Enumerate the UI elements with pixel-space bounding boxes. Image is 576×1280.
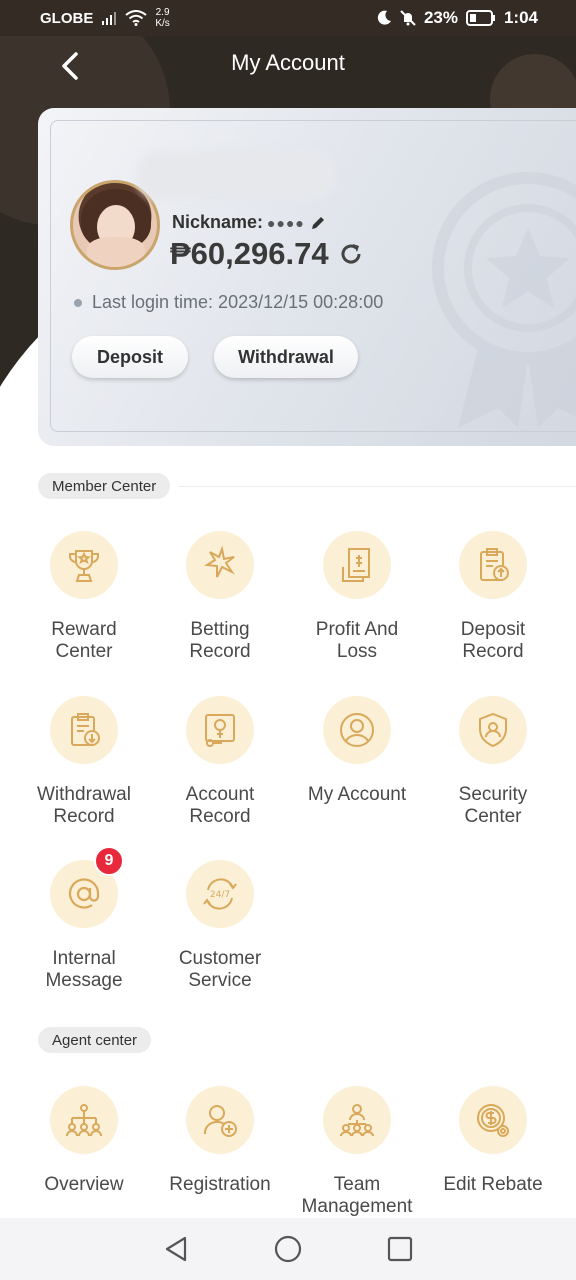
divider (178, 486, 576, 487)
balance-row: ₱60,296.74 (170, 236, 365, 272)
nickname-row: Nickname: ●●●● (172, 212, 327, 233)
support-24-7-icon: 24/7 (203, 878, 237, 910)
add-user-icon (203, 1105, 237, 1137)
shield-icon (479, 712, 507, 748)
item-label: Deposit (460, 619, 526, 640)
medal-emblem-icon (432, 172, 576, 428)
customer-service-item[interactable]: 24/7 Customer Service (152, 860, 288, 992)
betting-record-item[interactable]: Betting Record (152, 531, 288, 663)
item-label: Management (301, 1196, 413, 1217)
moon-icon (376, 10, 392, 26)
item-label: Record (189, 806, 251, 827)
username-blurred (136, 150, 336, 200)
rebate-coin-icon (477, 1104, 509, 1137)
item-label: Edit Rebate (443, 1174, 543, 1195)
item-label: Profit And (315, 619, 399, 640)
account-card: Nickname: ●●●● ₱60,296.74 Last login tim… (38, 108, 576, 446)
system-nav-bar (0, 1218, 576, 1280)
page-title: My Account (231, 50, 345, 75)
square-recents-icon (387, 1236, 413, 1262)
item-label: Reward (51, 619, 117, 640)
trophy-icon (69, 550, 99, 582)
team-icon (340, 1104, 374, 1137)
nickname-value: ●●●● (267, 214, 305, 231)
team-management-item[interactable]: Team Management (289, 1086, 425, 1218)
last-login-text: Last login time: 2023/12/15 00:28:00 (92, 292, 384, 312)
registration-item[interactable]: Registration (152, 1086, 288, 1196)
nickname-label: Nickname: (172, 212, 264, 232)
nav-recents-button[interactable] (380, 1229, 420, 1269)
clipboard-upload-icon (480, 548, 509, 581)
invoice-icon (342, 548, 370, 582)
user-icon (340, 713, 374, 747)
circle-home-icon (274, 1235, 302, 1263)
nav-back-button[interactable] (156, 1229, 196, 1269)
item-label: Internal (52, 948, 116, 969)
member-center-heading: Member Center (38, 473, 171, 499)
my-account-item[interactable]: My Account (289, 696, 425, 806)
betting-icon (203, 545, 235, 578)
at-icon (68, 878, 100, 909)
wifi-icon (125, 10, 147, 26)
unread-badge: 9 (94, 846, 124, 876)
item-label: Registration (169, 1174, 271, 1195)
deposit-record-item[interactable]: Deposit Record (425, 531, 561, 663)
item-label: Message (45, 970, 123, 991)
agent-center-heading: Agent center (38, 1027, 152, 1053)
refresh-icon[interactable] (337, 240, 365, 268)
balance-amount: ₱60,296.74 (170, 236, 329, 271)
withdrawal-record-item[interactable]: Withdrawal Record (16, 696, 152, 828)
triangle-back-icon (165, 1236, 187, 1262)
battery-percent: 23% (423, 8, 458, 27)
status-bar: GLOBE 2.9 K/s 23% 1:04 (0, 0, 576, 36)
speed-value: 2.9 (155, 7, 170, 18)
item-label: My Account (307, 784, 407, 805)
status-dot (74, 298, 82, 307)
withdrawal-button[interactable]: Withdrawal (214, 336, 358, 378)
profit-and-loss-item[interactable]: Profit And Loss (289, 531, 425, 663)
nav-home-button[interactable] (268, 1229, 308, 1269)
item-label: Center (464, 806, 522, 827)
speed-unit: K/s (155, 18, 170, 29)
reward-center-item[interactable]: Reward Center (16, 531, 152, 663)
clock-time: 1:04 (503, 8, 538, 27)
item-label: Record (189, 641, 251, 662)
org-chart-icon (66, 1104, 102, 1137)
network-speed: 2.9 K/s (155, 7, 169, 29)
item-label: Center (55, 641, 113, 662)
battery-icon (465, 10, 496, 26)
internal-message-item[interactable]: 9 Internal Message (16, 846, 152, 992)
edit-pencil-icon[interactable] (309, 214, 327, 232)
item-label: Service (188, 970, 252, 991)
item-label: Team (333, 1174, 381, 1195)
item-label: Record (462, 641, 524, 662)
mute-bell-icon (400, 10, 416, 26)
item-label: Customer (178, 948, 262, 969)
signal-icon (101, 11, 117, 25)
carrier-name: GLOBE (40, 9, 94, 27)
item-label: Withdrawal (37, 784, 131, 805)
svg-text:24/7: 24/7 (210, 890, 230, 900)
item-label: Betting (190, 619, 250, 640)
account-record-icon (205, 714, 235, 747)
item-label: Security (458, 784, 528, 805)
item-label: Overview (44, 1174, 124, 1195)
item-label: Record (53, 806, 115, 827)
item-label: Loss (336, 641, 378, 662)
security-center-item[interactable]: Security Center (425, 696, 561, 828)
edit-rebate-item[interactable]: Edit Rebate (425, 1086, 561, 1196)
deposit-button[interactable]: Deposit (72, 336, 188, 378)
last-login-row: Last login time: 2023/12/15 00:28:00 (74, 292, 383, 313)
clipboard-download-icon (71, 713, 100, 746)
overview-item[interactable]: Overview (16, 1086, 152, 1196)
account-record-item[interactable]: Account Record (152, 696, 288, 828)
item-label: Account (185, 784, 255, 805)
